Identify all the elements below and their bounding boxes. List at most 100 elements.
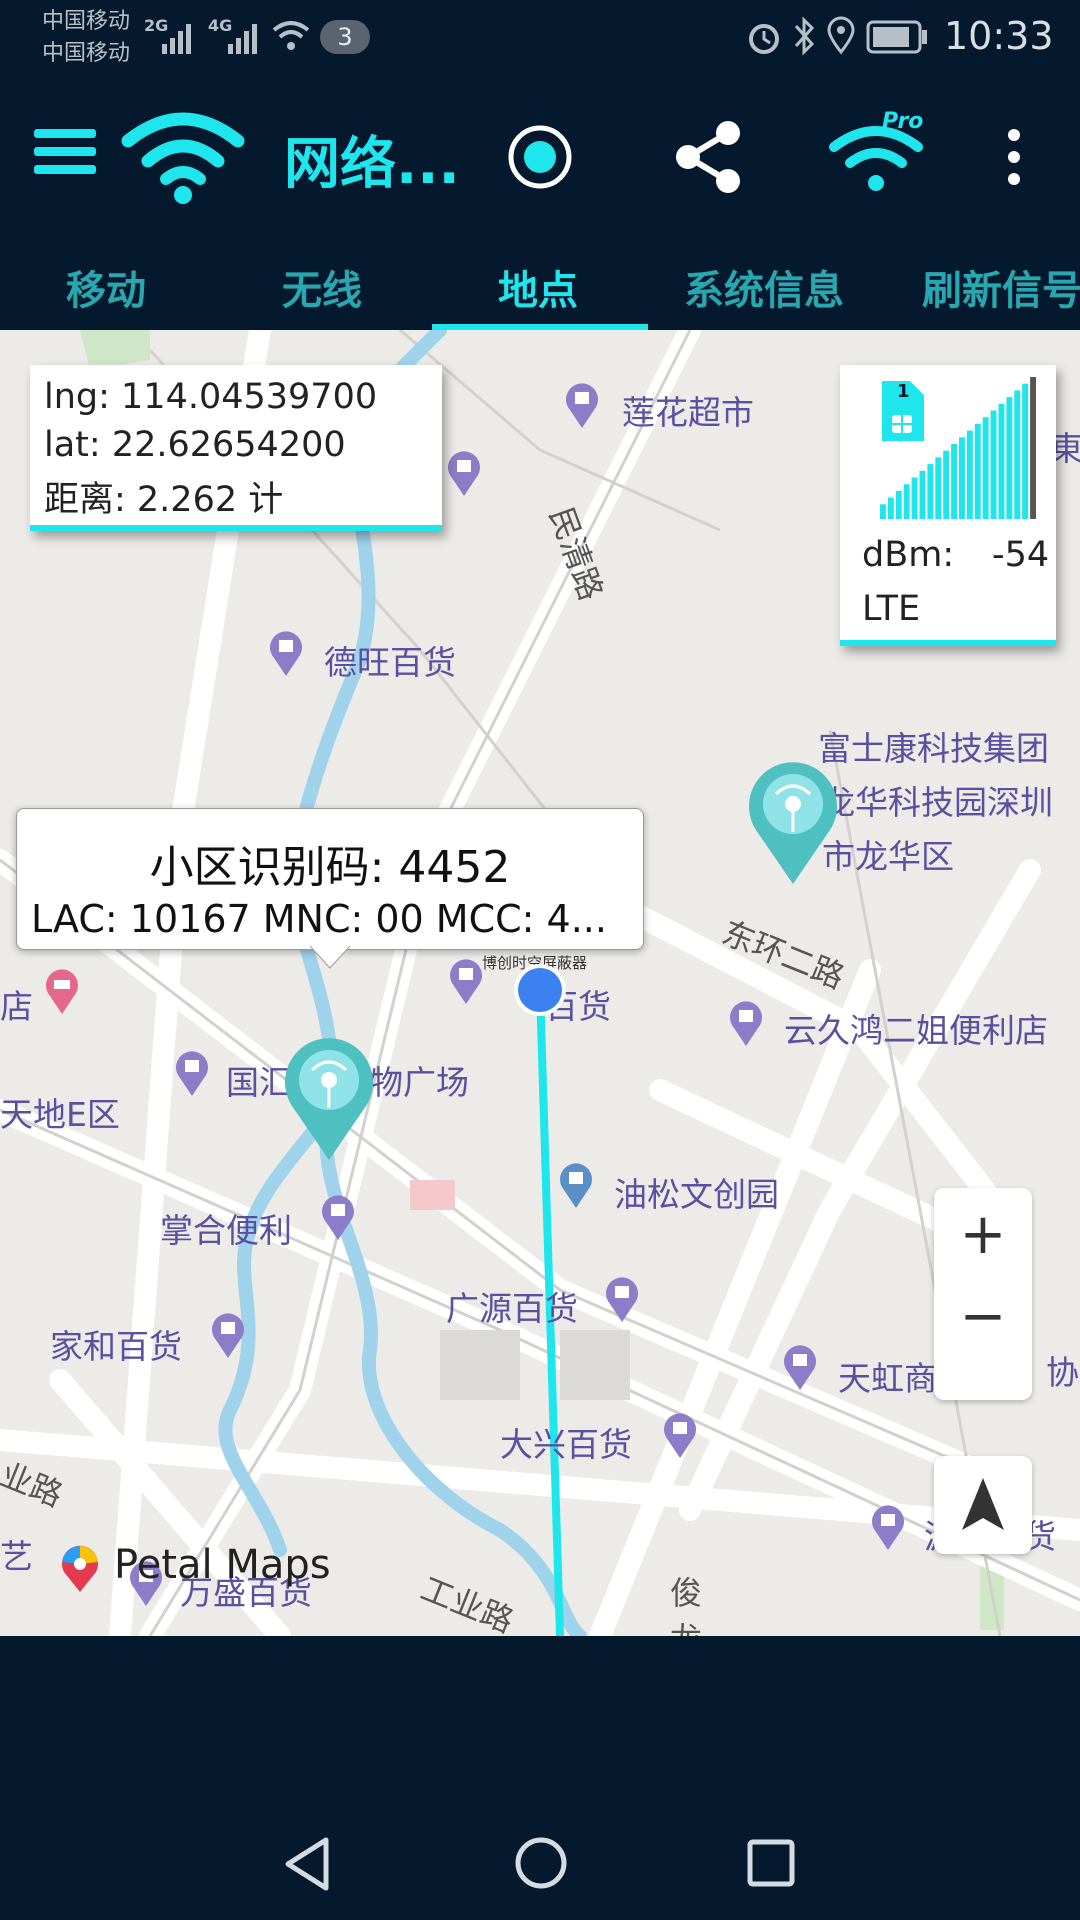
cell-signal-icon-2 bbox=[228, 24, 257, 54]
location-icon bbox=[827, 16, 855, 55]
carrier-1: 中国移动 bbox=[42, 9, 131, 34]
signal-bar bbox=[1014, 390, 1021, 519]
signal-bar bbox=[943, 450, 950, 519]
zoom-controls: + − bbox=[934, 1188, 1032, 1400]
poi-label: 家和百货 bbox=[50, 1327, 182, 1366]
cell-tower-marker-icon[interactable] bbox=[746, 760, 840, 886]
poi-label: 油松文创园 bbox=[614, 1175, 779, 1214]
tab-refresh-signal[interactable]: 刷新信号 bbox=[922, 258, 1080, 316]
cell-signal-icon bbox=[162, 24, 191, 54]
share-icon[interactable] bbox=[672, 119, 746, 195]
dbm-label: dBm: bbox=[862, 535, 955, 575]
poi-pin-icon bbox=[566, 383, 598, 428]
signal-bar bbox=[1022, 383, 1029, 519]
poi-label: 云久鸿二姐便利店 bbox=[784, 1011, 1048, 1050]
dbm-value: -54 bbox=[992, 535, 1050, 575]
more-icon[interactable] bbox=[1000, 127, 1028, 187]
bluetooth-icon bbox=[794, 16, 815, 56]
poi-pin-icon bbox=[176, 1051, 208, 1096]
notification-count-badge: 3 bbox=[320, 20, 370, 54]
poi-label: 天地E区 bbox=[0, 1095, 120, 1134]
cell-tower-marker-icon[interactable] bbox=[282, 1036, 376, 1162]
latitude-text: lat: 22.62654200 bbox=[44, 425, 346, 465]
poi-label: 协 bbox=[1046, 1353, 1079, 1392]
wifi-status-icon bbox=[272, 21, 310, 50]
app-title: 网络... bbox=[284, 132, 460, 197]
poi-pin-icon bbox=[448, 451, 480, 496]
carrier-2: 中国移动 bbox=[42, 41, 131, 66]
poi-pin-icon bbox=[784, 1345, 816, 1390]
longitude-text: lng: 114.04539700 bbox=[44, 377, 378, 417]
back-icon[interactable] bbox=[282, 1836, 332, 1892]
signal-bar bbox=[966, 430, 973, 519]
poi-label: 物广场 bbox=[370, 1063, 469, 1102]
signal-strength-bars bbox=[880, 377, 1036, 519]
home-icon[interactable] bbox=[514, 1836, 568, 1890]
poi-label: 大兴百货 bbox=[500, 1425, 632, 1464]
record-icon[interactable] bbox=[506, 123, 574, 191]
lac-mnc-mcc-text: LAC: 10167 MNC: 00 MCC: 4... bbox=[31, 897, 607, 941]
signal-bar bbox=[990, 410, 997, 519]
poi-label: 艺 bbox=[0, 1537, 33, 1576]
app-bar: 网络... Pro bbox=[0, 75, 1080, 240]
signal-bar bbox=[919, 470, 926, 519]
signal-bar bbox=[895, 490, 902, 519]
poi-pin-icon bbox=[270, 631, 302, 676]
tab-mobile[interactable]: 移动 bbox=[66, 258, 146, 316]
signal-bar bbox=[982, 417, 989, 519]
menu-icon[interactable] bbox=[34, 127, 98, 177]
poi-label: 德旺百货 bbox=[324, 643, 456, 682]
signal-bar bbox=[911, 477, 918, 519]
battery-icon bbox=[866, 20, 927, 54]
poi-pin-icon bbox=[730, 1001, 762, 1046]
cell-id-text: 小区识别码: 4452 bbox=[149, 842, 511, 893]
signal-bar bbox=[1006, 397, 1013, 519]
signal-card: 1 dBm: -54 LTE bbox=[840, 365, 1056, 646]
signal-bar bbox=[935, 457, 942, 519]
poi-label: 掌合便利 bbox=[160, 1211, 292, 1250]
network-type: LTE bbox=[862, 589, 921, 629]
poi-label: 龙华科技园深圳 bbox=[822, 783, 1053, 822]
poi-pin-icon bbox=[322, 1195, 354, 1240]
signal-bar bbox=[951, 444, 957, 519]
signal-bar bbox=[974, 423, 981, 519]
road-label: 俊龙 bbox=[670, 1574, 703, 1636]
signal-bar bbox=[959, 437, 965, 519]
poi-pin-icon bbox=[606, 1277, 638, 1322]
pro-badge: Pro bbox=[882, 109, 924, 134]
coordinates-card: lng: 114.04539700 lat: 22.62654200 距离: 2… bbox=[30, 365, 442, 531]
clock: 10:33 bbox=[944, 14, 1054, 58]
tab-system-info[interactable]: 系统信息 bbox=[684, 258, 844, 316]
hotel-pin-icon bbox=[46, 969, 78, 1014]
cell-info-bubble: 小区识别码: 4452 LAC: 10167 MNC: 00 MCC: 4... bbox=[16, 808, 644, 950]
signal-bar bbox=[1030, 377, 1036, 519]
signal-bar bbox=[927, 464, 934, 519]
status-bar: 中国移动 中国移动 2G 4G 3 10:33 bbox=[0, 0, 1080, 75]
poi-pin-icon bbox=[212, 1313, 244, 1358]
tab-wireless[interactable]: 无线 bbox=[282, 258, 362, 316]
zoom-out-button[interactable]: − bbox=[934, 1284, 1032, 1349]
signal-bar bbox=[903, 484, 910, 519]
poi-label: 富士康科技集团 bbox=[818, 729, 1049, 768]
poi-pin-icon bbox=[560, 1163, 592, 1208]
compass-button[interactable] bbox=[934, 1456, 1032, 1554]
recents-icon[interactable] bbox=[746, 1838, 796, 1888]
poi-pin-icon bbox=[450, 959, 482, 1004]
wifi-icon bbox=[121, 112, 245, 204]
tab-bar: 移动 无线 地点 系统信息 刷新信号 bbox=[0, 240, 1080, 330]
poi-label: 莲花超市 bbox=[622, 393, 754, 432]
petal-maps-logo-icon bbox=[62, 1545, 98, 1592]
alarm-icon bbox=[749, 24, 779, 54]
poi-label: 广源百货 bbox=[446, 1289, 578, 1328]
zoom-in-button[interactable]: + bbox=[934, 1202, 1032, 1267]
distance-text: 距离: 2.262 计 bbox=[44, 480, 284, 520]
navigation-arrow-icon bbox=[962, 1478, 1004, 1530]
system-nav-bar bbox=[0, 1636, 1080, 1920]
poi-label: 市龙华区 bbox=[822, 837, 954, 876]
petal-maps-brand: Petal Maps bbox=[114, 1542, 331, 1588]
signal-bar bbox=[880, 504, 886, 519]
signal-bar bbox=[887, 497, 894, 519]
signal-bar bbox=[998, 403, 1005, 519]
tab-location[interactable]: 地点 bbox=[498, 258, 578, 316]
bubble-pointer bbox=[310, 946, 350, 969]
